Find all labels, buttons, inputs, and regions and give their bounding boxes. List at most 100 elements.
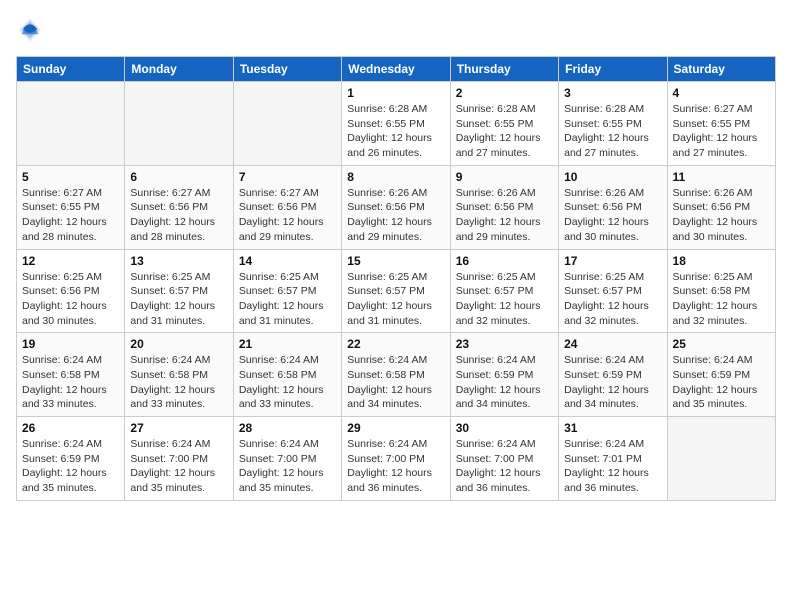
day-info: Sunrise: 6:26 AM Sunset: 6:56 PM Dayligh… xyxy=(456,186,553,245)
weekday-header-row: SundayMondayTuesdayWednesdayThursdayFrid… xyxy=(17,57,776,82)
calendar-week-row: 1 Sunrise: 6:28 AM Sunset: 6:55 PM Daylig… xyxy=(17,82,776,166)
calendar-cell: 3 Sunrise: 6:28 AM Sunset: 6:55 PM Daylig… xyxy=(559,82,667,166)
day-info: Sunrise: 6:25 AM Sunset: 6:58 PM Dayligh… xyxy=(673,270,770,329)
calendar-cell: 27 Sunrise: 6:24 AM Sunset: 7:00 PM Dayli… xyxy=(125,417,233,501)
day-info: Sunrise: 6:27 AM Sunset: 6:56 PM Dayligh… xyxy=(239,186,336,245)
day-info: Sunrise: 6:24 AM Sunset: 7:00 PM Dayligh… xyxy=(239,437,336,496)
day-number: 3 xyxy=(564,86,661,100)
day-number: 25 xyxy=(673,337,770,351)
day-number: 27 xyxy=(130,421,227,435)
day-info: Sunrise: 6:26 AM Sunset: 6:56 PM Dayligh… xyxy=(673,186,770,245)
calendar-week-row: 12Sunrise: 6:25 AM Sunset: 6:56 PM Dayli… xyxy=(17,249,776,333)
day-info: Sunrise: 6:24 AM Sunset: 7:00 PM Dayligh… xyxy=(130,437,227,496)
day-info: Sunrise: 6:28 AM Sunset: 6:55 PM Dayligh… xyxy=(347,102,444,161)
calendar-cell: 20 Sunrise: 6:24 AM Sunset: 6:58 PM Dayli… xyxy=(125,333,233,417)
day-number: 13 xyxy=(130,254,227,268)
calendar-cell: 12Sunrise: 6:25 AM Sunset: 6:56 PM Dayli… xyxy=(17,249,125,333)
day-number: 1 xyxy=(347,86,444,100)
calendar-week-row: 26 Sunrise: 6:24 AM Sunset: 6:59 PM Dayli… xyxy=(17,417,776,501)
day-number: 31 xyxy=(564,421,661,435)
day-info: Sunrise: 6:24 AM Sunset: 6:59 PM Dayligh… xyxy=(564,353,661,412)
logo xyxy=(16,16,50,44)
day-info: Sunrise: 6:24 AM Sunset: 6:59 PM Dayligh… xyxy=(673,353,770,412)
calendar-cell xyxy=(125,82,233,166)
calendar-cell: 23 Sunrise: 6:24 AM Sunset: 6:59 PM Dayli… xyxy=(450,333,558,417)
day-number: 4 xyxy=(673,86,770,100)
day-info: Sunrise: 6:26 AM Sunset: 6:56 PM Dayligh… xyxy=(564,186,661,245)
day-number: 23 xyxy=(456,337,553,351)
day-info: Sunrise: 6:27 AM Sunset: 6:55 PM Dayligh… xyxy=(22,186,119,245)
calendar-cell xyxy=(233,82,341,166)
day-number: 24 xyxy=(564,337,661,351)
day-number: 16 xyxy=(456,254,553,268)
calendar-cell: 13 Sunrise: 6:25 AM Sunset: 6:57 PM Dayli… xyxy=(125,249,233,333)
weekday-header: Thursday xyxy=(450,57,558,82)
calendar-cell: 14Sunrise: 6:25 AM Sunset: 6:57 PM Dayli… xyxy=(233,249,341,333)
weekday-header: Tuesday xyxy=(233,57,341,82)
calendar-cell: 7 Sunrise: 6:27 AM Sunset: 6:56 PM Daylig… xyxy=(233,165,341,249)
day-number: 20 xyxy=(130,337,227,351)
calendar-cell: 30Sunrise: 6:24 AM Sunset: 7:00 PM Dayli… xyxy=(450,417,558,501)
calendar-cell: 18Sunrise: 6:25 AM Sunset: 6:58 PM Dayli… xyxy=(667,249,775,333)
day-number: 10 xyxy=(564,170,661,184)
day-info: Sunrise: 6:28 AM Sunset: 6:55 PM Dayligh… xyxy=(564,102,661,161)
day-number: 19 xyxy=(22,337,119,351)
calendar-cell: 25 Sunrise: 6:24 AM Sunset: 6:59 PM Dayli… xyxy=(667,333,775,417)
weekday-header: Friday xyxy=(559,57,667,82)
day-info: Sunrise: 6:24 AM Sunset: 6:58 PM Dayligh… xyxy=(239,353,336,412)
day-info: Sunrise: 6:24 AM Sunset: 6:58 PM Dayligh… xyxy=(347,353,444,412)
day-number: 6 xyxy=(130,170,227,184)
calendar-cell: 1 Sunrise: 6:28 AM Sunset: 6:55 PM Daylig… xyxy=(342,82,450,166)
day-number: 17 xyxy=(564,254,661,268)
day-number: 26 xyxy=(22,421,119,435)
calendar-cell: 5 Sunrise: 6:27 AM Sunset: 6:55 PM Daylig… xyxy=(17,165,125,249)
day-info: Sunrise: 6:27 AM Sunset: 6:56 PM Dayligh… xyxy=(130,186,227,245)
day-info: Sunrise: 6:25 AM Sunset: 6:57 PM Dayligh… xyxy=(456,270,553,329)
calendar-cell: 19 Sunrise: 6:24 AM Sunset: 6:58 PM Dayli… xyxy=(17,333,125,417)
calendar-cell xyxy=(17,82,125,166)
calendar-cell: 10 Sunrise: 6:26 AM Sunset: 6:56 PM Dayli… xyxy=(559,165,667,249)
day-number: 8 xyxy=(347,170,444,184)
calendar-cell: 9 Sunrise: 6:26 AM Sunset: 6:56 PM Daylig… xyxy=(450,165,558,249)
day-info: Sunrise: 6:24 AM Sunset: 7:00 PM Dayligh… xyxy=(456,437,553,496)
calendar-cell: 11 Sunrise: 6:26 AM Sunset: 6:56 PM Dayli… xyxy=(667,165,775,249)
day-info: Sunrise: 6:24 AM Sunset: 6:58 PM Dayligh… xyxy=(22,353,119,412)
day-number: 15 xyxy=(347,254,444,268)
day-info: Sunrise: 6:25 AM Sunset: 6:57 PM Dayligh… xyxy=(564,270,661,329)
day-number: 29 xyxy=(347,421,444,435)
calendar-cell: 8 Sunrise: 6:26 AM Sunset: 6:56 PM Daylig… xyxy=(342,165,450,249)
day-info: Sunrise: 6:25 AM Sunset: 6:57 PM Dayligh… xyxy=(239,270,336,329)
day-info: Sunrise: 6:24 AM Sunset: 6:59 PM Dayligh… xyxy=(456,353,553,412)
day-info: Sunrise: 6:25 AM Sunset: 6:56 PM Dayligh… xyxy=(22,270,119,329)
day-number: 7 xyxy=(239,170,336,184)
calendar-cell: 26 Sunrise: 6:24 AM Sunset: 6:59 PM Dayli… xyxy=(17,417,125,501)
day-info: Sunrise: 6:24 AM Sunset: 6:58 PM Dayligh… xyxy=(130,353,227,412)
calendar-cell: 6 Sunrise: 6:27 AM Sunset: 6:56 PM Daylig… xyxy=(125,165,233,249)
day-info: Sunrise: 6:26 AM Sunset: 6:56 PM Dayligh… xyxy=(347,186,444,245)
calendar-cell: 22 Sunrise: 6:24 AM Sunset: 6:58 PM Dayli… xyxy=(342,333,450,417)
day-number: 9 xyxy=(456,170,553,184)
weekday-header: Monday xyxy=(125,57,233,82)
page-header xyxy=(16,16,776,44)
day-info: Sunrise: 6:24 AM Sunset: 7:01 PM Dayligh… xyxy=(564,437,661,496)
day-number: 5 xyxy=(22,170,119,184)
calendar-cell: 21 Sunrise: 6:24 AM Sunset: 6:58 PM Dayli… xyxy=(233,333,341,417)
day-info: Sunrise: 6:25 AM Sunset: 6:57 PM Dayligh… xyxy=(347,270,444,329)
day-info: Sunrise: 6:24 AM Sunset: 6:59 PM Dayligh… xyxy=(22,437,119,496)
day-info: Sunrise: 6:27 AM Sunset: 6:55 PM Dayligh… xyxy=(673,102,770,161)
day-number: 22 xyxy=(347,337,444,351)
day-info: Sunrise: 6:24 AM Sunset: 7:00 PM Dayligh… xyxy=(347,437,444,496)
day-number: 21 xyxy=(239,337,336,351)
day-info: Sunrise: 6:25 AM Sunset: 6:57 PM Dayligh… xyxy=(130,270,227,329)
day-number: 2 xyxy=(456,86,553,100)
weekday-header: Wednesday xyxy=(342,57,450,82)
calendar-cell: 15 Sunrise: 6:25 AM Sunset: 6:57 PM Dayli… xyxy=(342,249,450,333)
weekday-header: Sunday xyxy=(17,57,125,82)
calendar-week-row: 19 Sunrise: 6:24 AM Sunset: 6:58 PM Dayli… xyxy=(17,333,776,417)
calendar-table: SundayMondayTuesdayWednesdayThursdayFrid… xyxy=(16,56,776,501)
calendar-cell: 31 Sunrise: 6:24 AM Sunset: 7:01 PM Dayli… xyxy=(559,417,667,501)
day-number: 28 xyxy=(239,421,336,435)
day-number: 11 xyxy=(673,170,770,184)
calendar-cell: 2Sunrise: 6:28 AM Sunset: 6:55 PM Daylig… xyxy=(450,82,558,166)
calendar-cell: 24 Sunrise: 6:24 AM Sunset: 6:59 PM Dayli… xyxy=(559,333,667,417)
